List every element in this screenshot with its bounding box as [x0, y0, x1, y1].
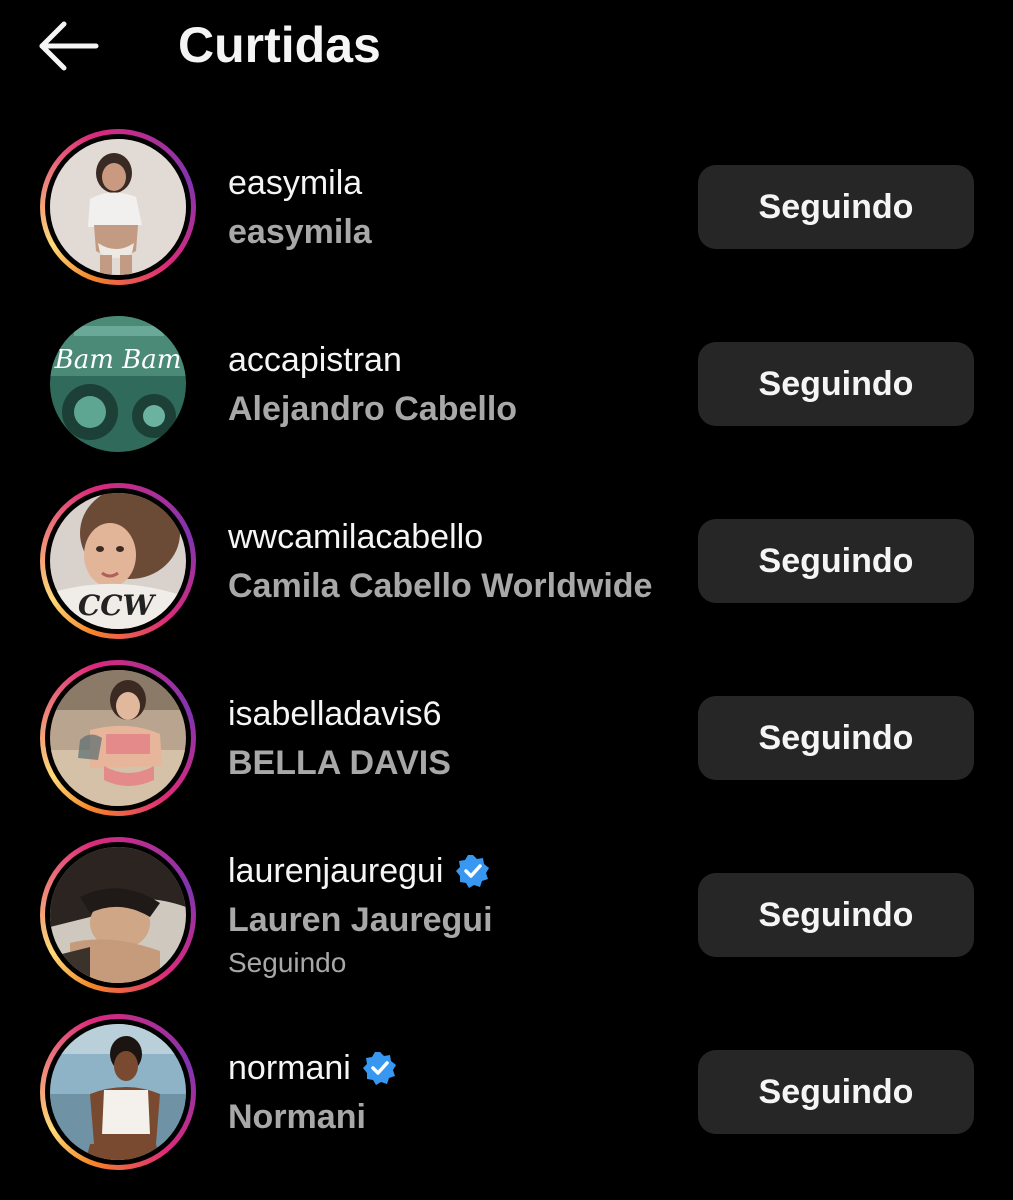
avatar-photo — [50, 1024, 186, 1160]
username[interactable]: laurenjauregui — [228, 849, 444, 893]
following-button[interactable]: Seguindo — [698, 1050, 974, 1134]
avatar[interactable] — [40, 660, 196, 816]
username[interactable]: wwcamilacabello — [228, 515, 483, 559]
likes-screen: Curtidas easymila easymila Seguindo Bam … — [0, 0, 1013, 1200]
avatar[interactable] — [40, 129, 196, 285]
full-name: BELLA DAVIS — [228, 744, 451, 782]
full-name: easymila — [228, 213, 372, 251]
following-button[interactable]: Seguindo — [698, 165, 974, 249]
avatar-logo-text: Bam Bam — [54, 345, 182, 375]
avatar-photo — [50, 139, 186, 275]
full-name: Normani — [228, 1098, 366, 1136]
avatar[interactable]: CCW — [40, 483, 196, 639]
list-item[interactable]: isabelladavis6 BELLA DAVIS Seguindo — [0, 651, 1013, 821]
avatar-logo-text: CCW — [78, 589, 157, 622]
username[interactable]: accapistran — [228, 338, 402, 382]
avatar[interactable] — [40, 837, 196, 993]
following-status-text: Seguindo — [228, 947, 347, 978]
back-button[interactable] — [34, 18, 104, 74]
following-button[interactable]: Seguindo — [698, 873, 974, 957]
list-item[interactable]: easymila easymila Seguindo — [0, 120, 1013, 290]
verified-badge-icon — [455, 855, 489, 888]
full-name: Alejandro Cabello — [228, 390, 518, 428]
avatar-photo: Bam Bam — [50, 316, 186, 452]
full-name: Lauren Jauregui — [228, 901, 493, 939]
avatar[interactable] — [40, 1014, 196, 1170]
username[interactable]: isabelladavis6 — [228, 692, 442, 736]
page-title: Curtidas — [178, 17, 381, 73]
full-name: Camila Cabello Worldwide — [228, 567, 653, 605]
list-item[interactable]: normani Normani Seguindo — [0, 1005, 1013, 1175]
arrow-left-icon — [39, 21, 99, 71]
list-item[interactable]: CCW wwcamilacabello Camila Cabello World… — [0, 474, 1013, 644]
username[interactable]: easymila — [228, 161, 362, 205]
verified-badge-icon — [362, 1052, 396, 1085]
top-bar: Curtidas — [0, 0, 1013, 90]
list-item[interactable]: Bam Bam accapistran Alejandro Cabello Se… — [0, 297, 1013, 467]
following-button[interactable]: Seguindo — [698, 519, 974, 603]
following-button[interactable]: Seguindo — [698, 342, 974, 426]
following-button[interactable]: Seguindo — [698, 696, 974, 780]
avatar[interactable]: Bam Bam — [40, 306, 196, 462]
username[interactable]: normani — [228, 1046, 351, 1090]
avatar-photo — [50, 670, 186, 806]
avatar-photo — [50, 847, 186, 983]
list-item[interactable]: laurenjauregui Lauren Jauregui Seguindo … — [0, 828, 1013, 998]
avatar-photo: CCW — [50, 493, 186, 629]
